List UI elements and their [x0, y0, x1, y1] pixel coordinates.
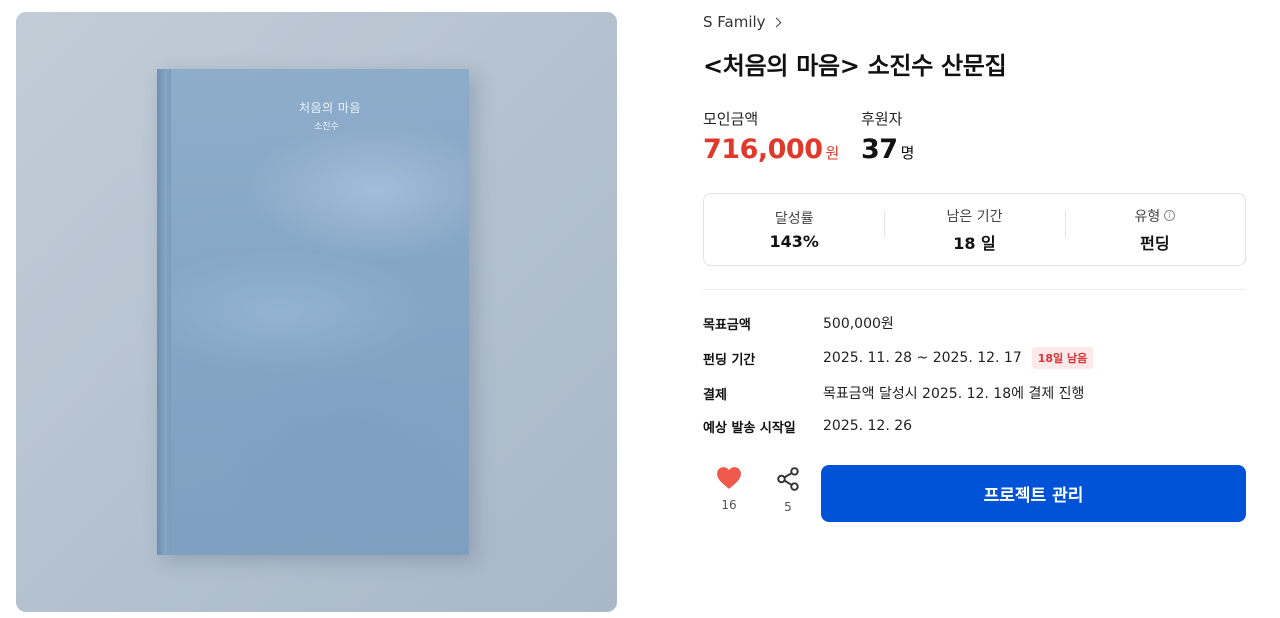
remaining-period-label: 남은 기간 — [946, 208, 1003, 225]
funding-period-row: 펀딩 기간 2025. 11. 28 ~ 2025. 12. 17 18일 남음 — [703, 346, 1094, 370]
payment-label: 결제 — [703, 387, 727, 403]
raised-amount-label: 모인금액 — [703, 110, 759, 128]
section-divider — [703, 289, 1246, 290]
share-icon — [777, 467, 799, 491]
backers-count: 37 명 — [861, 134, 914, 165]
backers-label: 후원자 — [861, 110, 903, 128]
funding-period-value: 2025. 11. 28 ~ 2025. 12. 17 — [823, 350, 1022, 366]
creator-name[interactable]: S Family — [703, 13, 766, 31]
achievement-rate: 달성률 143% — [704, 208, 884, 251]
book-spine — [157, 69, 171, 555]
book-cover-author: 소진수 — [314, 122, 339, 132]
backers-value: 37 — [861, 134, 898, 165]
raised-amount-unit: 원 — [825, 144, 839, 162]
shipping-date-value: 2025. 12. 26 — [823, 418, 913, 434]
payment-row: 결제 목표금액 달성시 2025. 12. 18에 결제 진행 — [703, 381, 1084, 405]
achievement-rate-label: 달성률 — [774, 211, 814, 227]
info-icon[interactable]: i — [1164, 210, 1176, 221]
creator-breadcrumb[interactable]: S Family — [703, 13, 782, 31]
achievement-rate-value: 143% — [769, 232, 819, 251]
heart-icon — [717, 467, 741, 489]
like-count: 16 — [721, 498, 737, 512]
backers-unit: 명 — [900, 144, 915, 162]
chevron-right-icon — [771, 17, 782, 27]
raised-amount: 716,000 원 — [703, 134, 839, 165]
share-count: 5 — [784, 500, 792, 514]
share-button[interactable]: 5 — [763, 466, 813, 514]
project-type-value: 펀딩 — [1140, 233, 1170, 253]
book-cover: 처음의 마음 소진수 — [157, 69, 469, 555]
like-button[interactable]: 16 — [704, 466, 754, 512]
manage-project-button[interactable]: 프로젝트 관리 — [821, 465, 1246, 522]
shipping-date-label: 예상 발송 시작일 — [703, 420, 796, 436]
funding-summary-box: 달성률 143% 남은 기간 18 일 유형 i 펀딩 — [703, 193, 1246, 266]
payment-value: 목표금액 달성시 2025. 12. 18에 결제 진행 — [823, 386, 1085, 402]
book-cover-title: 처음의 마음 — [299, 101, 362, 115]
funding-period-label: 펀딩 기간 — [703, 352, 756, 368]
project-type-label: 유형 — [1134, 208, 1161, 225]
project-info-panel: S Family <처음의 마음> 소진수 산문집 모인금액 716,000 원 … — [703, 0, 1246, 618]
remaining-period-value: 18 일 — [953, 233, 996, 253]
project-title: <처음의 마음> 소진수 산문집 — [703, 52, 1007, 80]
goal-amount-row: 목표금액 500,000원 — [703, 311, 894, 335]
project-type-label-row: 유형 i — [1065, 206, 1245, 226]
project-hero-image: 처음의 마음 소진수 — [16, 12, 617, 612]
goal-amount-label: 목표금액 — [703, 317, 751, 333]
raised-amount-value: 716,000 — [703, 134, 823, 165]
project-type: 유형 i 펀딩 — [1064, 206, 1245, 254]
remaining-period: 남은 기간 18 일 — [884, 206, 1064, 254]
goal-amount-value: 500,000원 — [823, 316, 894, 332]
days-left-badge: 18일 남음 — [1031, 347, 1094, 369]
shipping-date-row: 예상 발송 시작일 2025. 12. 26 — [703, 414, 912, 438]
